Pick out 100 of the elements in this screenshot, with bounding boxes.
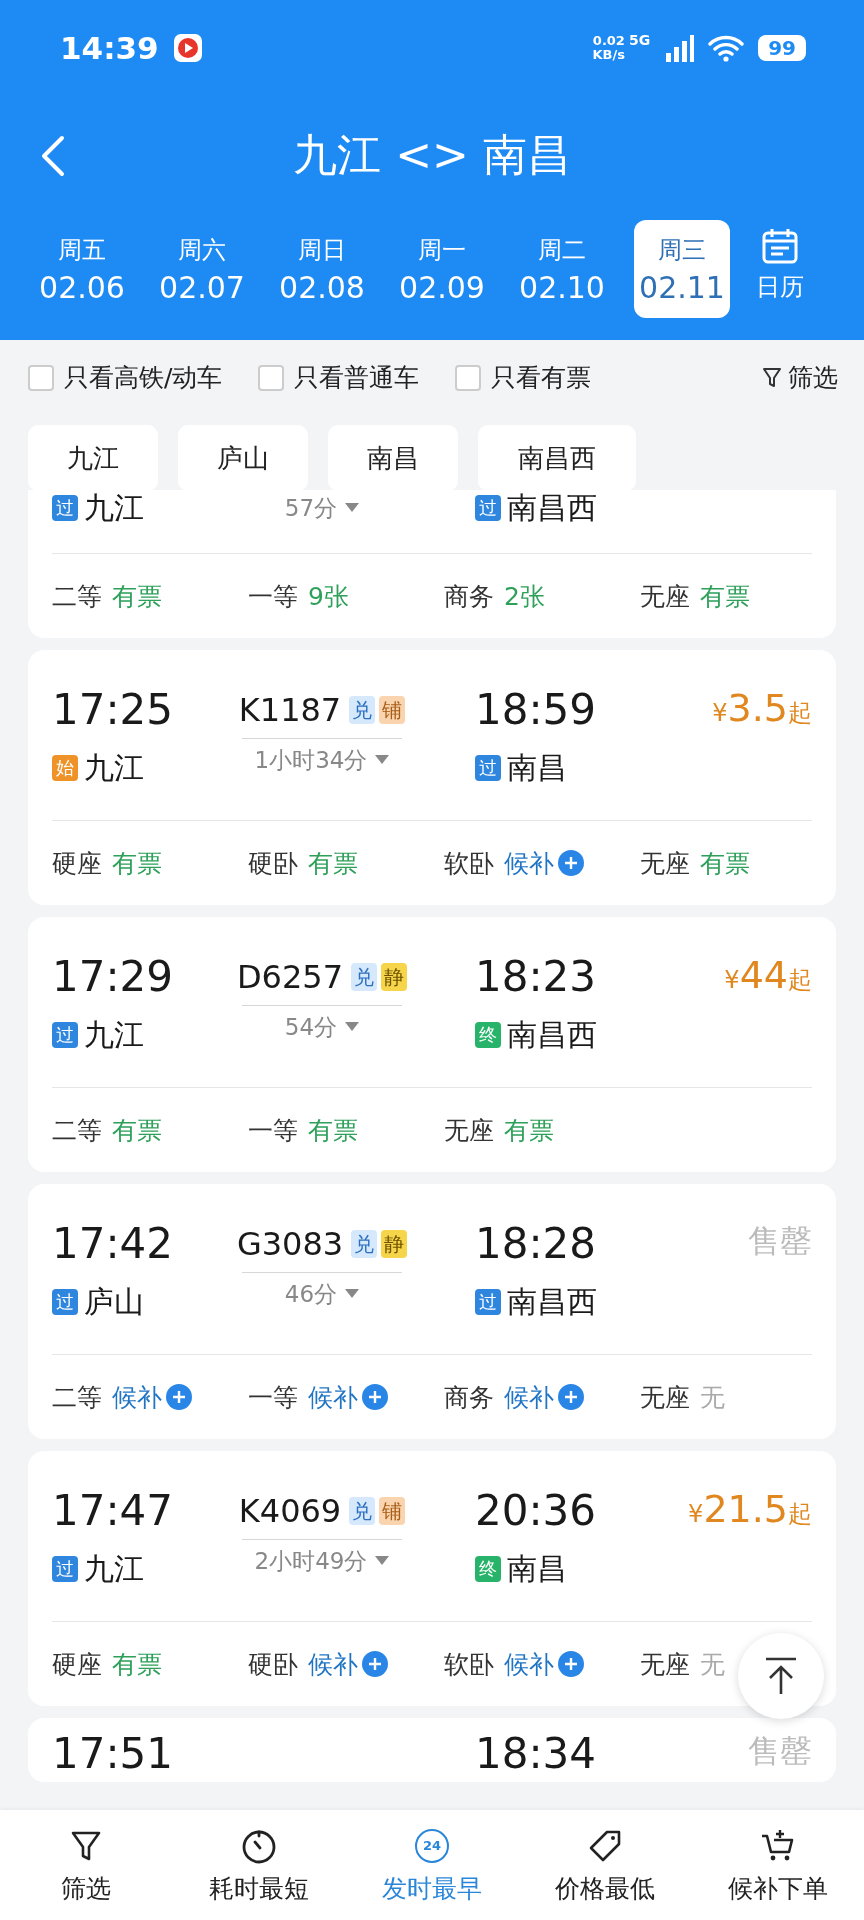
ticket-status: 有票 bbox=[112, 580, 162, 613]
price-label: ¥3.5起 bbox=[712, 686, 812, 732]
nav-tab[interactable]: 筛选 bbox=[0, 1810, 173, 1920]
ticket-status: 9张 bbox=[308, 580, 349, 613]
ticket-status: 有票 bbox=[112, 1648, 162, 1681]
depart-time: 17:42 bbox=[52, 1220, 175, 1268]
seat-class: 无座 bbox=[640, 1381, 690, 1414]
seat-class: 无座 bbox=[444, 1114, 494, 1147]
nav-tab[interactable]: 价格最低 bbox=[518, 1810, 692, 1920]
sold-out-label: 售罄 bbox=[748, 1221, 812, 1262]
nav-tab[interactable]: 耗时最短 bbox=[172, 1810, 346, 1920]
train-badge: 静 bbox=[381, 963, 408, 991]
duration-dropdown[interactable]: 54分 bbox=[284, 1012, 360, 1042]
dropdown-triangle-icon bbox=[345, 1022, 360, 1032]
seat-class: 一等 bbox=[248, 580, 298, 613]
app-notification-icon bbox=[172, 32, 203, 63]
station-chip[interactable]: 九江 bbox=[28, 425, 158, 491]
seat-class: 软卧 bbox=[444, 1648, 494, 1681]
filter-checkbox[interactable]: 只看高铁/动车 bbox=[28, 361, 223, 394]
station-name: 南昌 bbox=[507, 749, 567, 787]
seat-class: 无座 bbox=[640, 1648, 690, 1681]
date-tab[interactable]: 周二 02.10 bbox=[502, 220, 622, 318]
station-name: 九江 bbox=[84, 1016, 144, 1054]
train-card[interactable]: 17:29 D6257 兑 静 54分 18:23 ¥44起 过 九江 终 南昌西 二等 有票 一等 有票 无座 有票 bbox=[28, 917, 836, 1172]
battery-level: 99 bbox=[758, 34, 806, 61]
nav-tab[interactable]: 候补下单 bbox=[691, 1810, 864, 1920]
station-chip[interactable]: 南昌 bbox=[328, 425, 458, 491]
train-card[interactable]: 过 九江 57分 过 南昌西 二等 有票 一等 9张 商务 2张 无座 有票 bbox=[28, 490, 836, 638]
date-tab[interactable]: 周日 02.08 bbox=[262, 220, 382, 318]
station-tag: 过 bbox=[475, 755, 501, 781]
price-label: ¥44起 bbox=[724, 953, 812, 999]
seat-class: 二等 bbox=[52, 1381, 102, 1414]
ticket-status: 无 bbox=[700, 1381, 725, 1414]
station-name: 九江 bbox=[84, 490, 144, 527]
network-speed: 0.02 KB/s bbox=[592, 33, 625, 62]
station-tag: 过 bbox=[52, 1556, 78, 1582]
duration-dropdown[interactable]: 1小时34分 bbox=[254, 745, 390, 775]
depart-time: 17:29 bbox=[52, 953, 175, 1001]
seat-class: 一等 bbox=[248, 1114, 298, 1147]
duration-dropdown[interactable]: 46分 bbox=[284, 1279, 360, 1309]
date-tab[interactable]: 周三 02.11 bbox=[634, 220, 730, 318]
duration-dropdown[interactable]: 57分 bbox=[284, 493, 360, 523]
filter-checkbox[interactable]: 只看普通车 bbox=[258, 361, 420, 394]
seat-class: 软卧 bbox=[444, 847, 494, 880]
station-tag: 始 bbox=[52, 755, 78, 781]
train-card[interactable]: 17:42 G3083 兑 静 46分 18:28 售罄 过 庐山 过 南昌西 二等 候补 一等 候补 商务 候补 无座 无 bbox=[28, 1184, 836, 1439]
waitlist-link[interactable]: 候补 bbox=[112, 1380, 192, 1414]
date-tab[interactable]: 周一 02.09 bbox=[382, 220, 502, 318]
seat-class: 商务 bbox=[444, 1381, 494, 1414]
waitlist-link[interactable]: 候补 bbox=[504, 846, 584, 880]
filter-button[interactable]: 筛选 bbox=[762, 361, 838, 394]
depart-time: 17:51 bbox=[52, 1730, 175, 1778]
nav-tab[interactable]: 24 发时最早 bbox=[345, 1810, 519, 1920]
arrive-time: 18:23 bbox=[474, 953, 598, 1001]
train-badge: 静 bbox=[381, 1230, 408, 1258]
station-tag: 过 bbox=[52, 495, 78, 521]
filter-checkbox[interactable]: 只看有票 bbox=[455, 361, 592, 394]
waitlist-link[interactable]: 候补 bbox=[308, 1647, 388, 1681]
clock-time: 14:39 bbox=[60, 29, 159, 66]
signal-icon bbox=[664, 32, 695, 63]
plus-icon bbox=[558, 850, 584, 876]
calendar-button[interactable]: 日历 bbox=[756, 227, 804, 303]
train-number: K4069 bbox=[238, 1492, 342, 1530]
date-tab[interactable]: 周五 02.06 bbox=[22, 220, 142, 318]
ticket-status: 有票 bbox=[308, 1114, 358, 1147]
station-tag: 过 bbox=[475, 495, 501, 521]
plus-icon bbox=[166, 1384, 192, 1410]
seat-class: 硬卧 bbox=[248, 1648, 298, 1681]
station-name: 南昌西 bbox=[507, 1283, 597, 1321]
ticket-status: 有票 bbox=[112, 847, 162, 880]
dropdown-triangle-icon bbox=[345, 503, 360, 513]
ticket-status: 有票 bbox=[700, 580, 750, 613]
train-badge: 兑 bbox=[349, 696, 376, 724]
ticket-status: 无 bbox=[700, 1648, 725, 1681]
station-tag: 终 bbox=[475, 1022, 501, 1048]
seat-class: 硬座 bbox=[52, 1648, 102, 1681]
arrive-time: 20:36 bbox=[474, 1487, 598, 1535]
train-card[interactable]: 17:25 K1187 兑 铺 1小时34分 18:59 ¥3.5起 始 九江 过 南昌 硬座 有票 硬卧 有票 软卧 候补 无座 有票 bbox=[28, 650, 836, 905]
arrow-up-icon bbox=[764, 1657, 798, 1695]
station-tag: 过 bbox=[52, 1289, 78, 1315]
station-name: 南昌西 bbox=[507, 1016, 597, 1054]
calendar-icon bbox=[761, 227, 799, 265]
train-badge: 铺 bbox=[379, 696, 406, 724]
date-tab[interactable]: 周六 02.07 bbox=[142, 220, 262, 318]
waitlist-link[interactable]: 候补 bbox=[504, 1380, 584, 1414]
train-number: K1187 bbox=[238, 691, 342, 729]
arrive-time: 18:34 bbox=[474, 1730, 598, 1778]
seat-class: 二等 bbox=[52, 1114, 102, 1147]
train-card[interactable]: 17:47 K4069 兑 铺 2小时49分 20:36 ¥21.5起 过 九江 终 南昌 硬座 有票 硬卧 候补 软卧 候补 无座 无 bbox=[28, 1451, 836, 1706]
train-number: G3083 bbox=[236, 1225, 344, 1263]
waitlist-link[interactable]: 候补 bbox=[308, 1380, 388, 1414]
arrive-time: 18:59 bbox=[474, 686, 598, 734]
station-chip[interactable]: 南昌西 bbox=[478, 425, 636, 491]
depart-time: 17:47 bbox=[52, 1487, 175, 1535]
station-chip[interactable]: 庐山 bbox=[178, 425, 308, 491]
waitlist-link[interactable]: 候补 bbox=[504, 1647, 584, 1681]
duration-dropdown[interactable]: 2小时49分 bbox=[254, 1546, 390, 1576]
train-card[interactable]: 17:51 18:34 售罄 bbox=[28, 1718, 836, 1782]
back-icon[interactable] bbox=[40, 135, 66, 177]
sold-out-label: 售罄 bbox=[748, 1731, 812, 1772]
